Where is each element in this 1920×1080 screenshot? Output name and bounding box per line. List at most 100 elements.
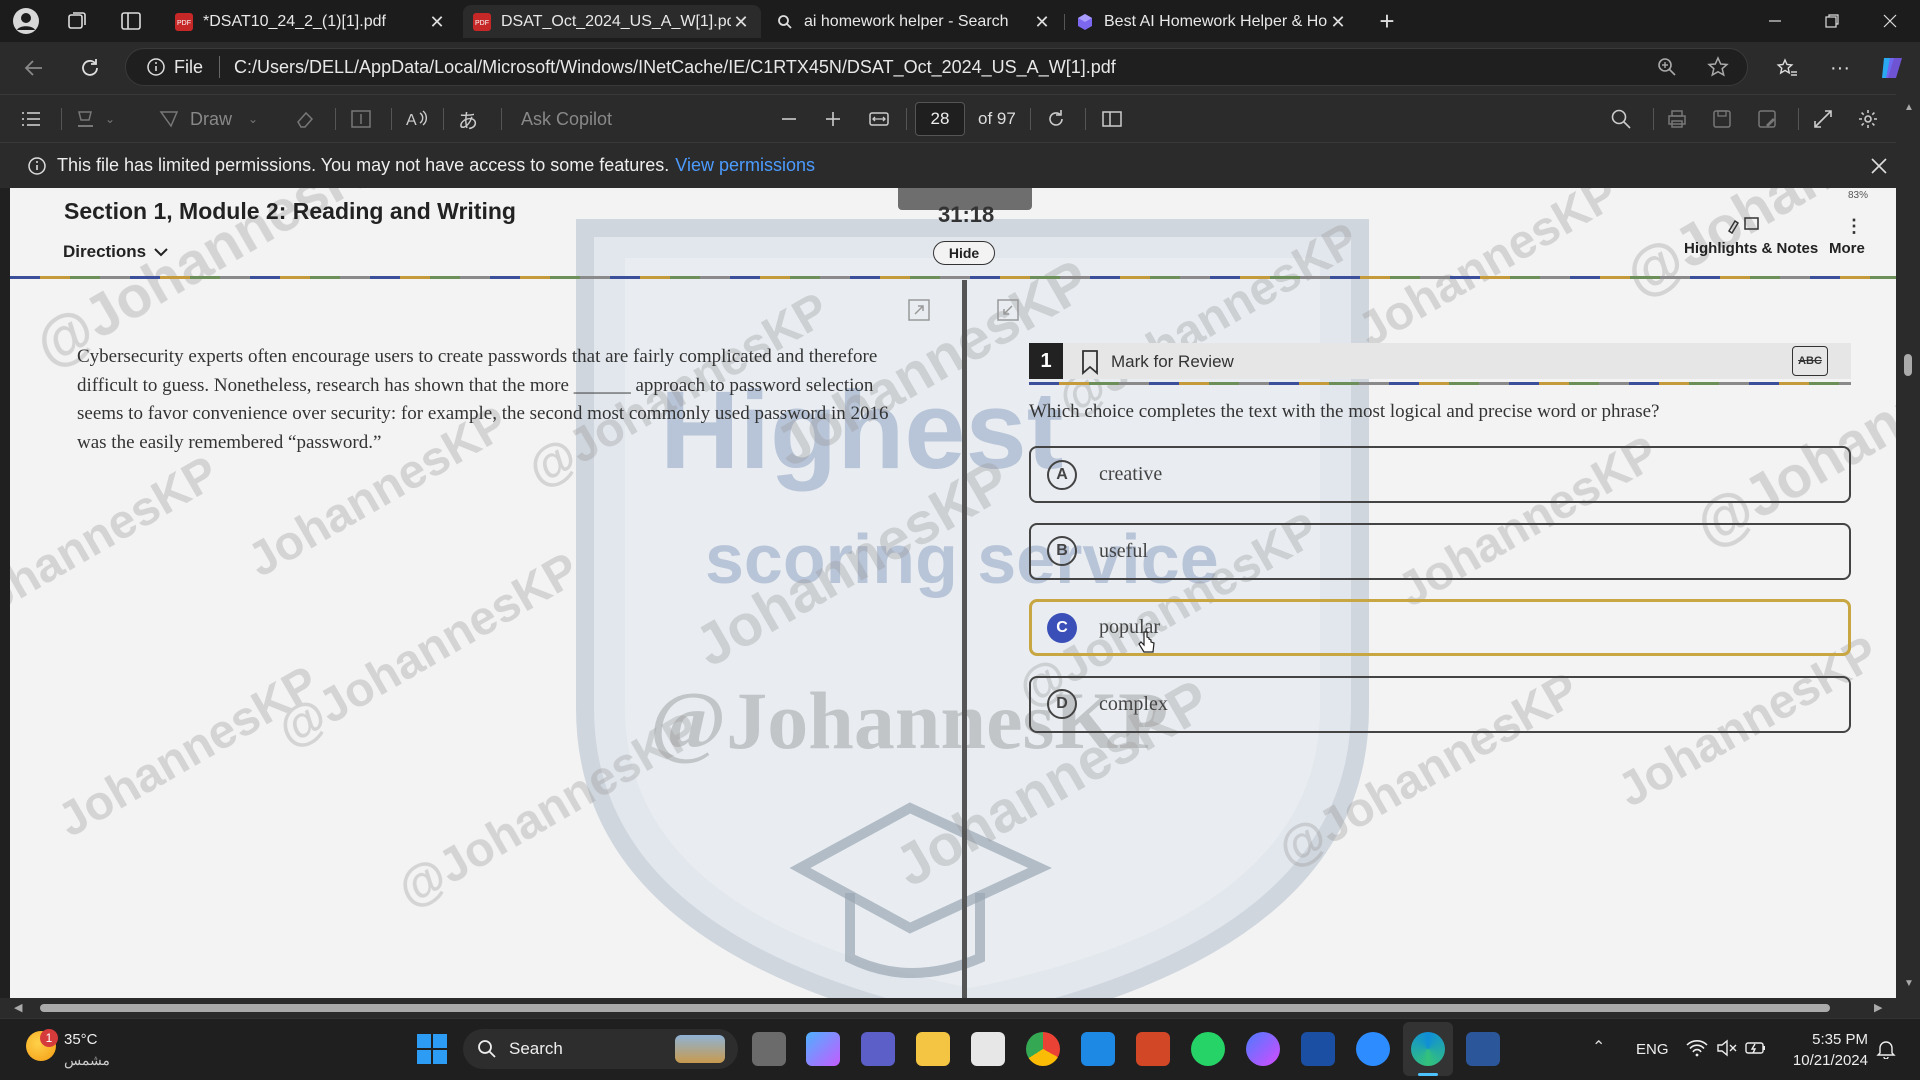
close-tab-icon[interactable]: ✕ [427,12,447,32]
svg-text:A: A [406,112,417,129]
word-icon[interactable] [1466,1032,1500,1066]
vertical-scrollbar[interactable]: ▲ ▼ [1896,94,1920,998]
svg-text:PDF: PDF [475,20,489,27]
copilot-app-icon[interactable] [806,1032,840,1066]
page-number-input[interactable]: 28 [915,102,965,136]
close-tab-icon[interactable]: ✕ [731,12,751,32]
page-total-label: of 97 [978,109,1016,128]
close-infobar-icon[interactable] [1870,157,1888,175]
minimize-icon[interactable] [1747,0,1803,42]
draw-button[interactable]: Draw ⌄ [158,95,258,143]
weather-temp[interactable]: 35°C [64,1031,98,1048]
highlights-notes-button[interactable]: Highlights & Notes [1684,240,1818,257]
more-button[interactable]: More [1829,240,1865,257]
pdf-icon: PDF [473,12,491,31]
expand-question-icon[interactable] [996,298,1020,322]
close-tab-icon[interactable]: ✕ [1032,12,1052,32]
highlight-icon[interactable]: ⌄ [75,95,115,143]
find-icon[interactable] [1610,95,1632,143]
permissions-infobar: This file has limited permissions. You m… [0,142,1920,188]
volume-muted-icon[interactable] [1716,1039,1738,1057]
translate-icon[interactable]: あ [458,95,478,143]
tab-title: *DSAT10_24_2_(1)[1].pdf [203,12,386,30]
chevron-up-icon[interactable]: ⌃ [1592,1037,1605,1057]
save-icon[interactable] [1711,95,1733,143]
horizontal-scroll-thumb[interactable] [40,1004,1830,1012]
mail-icon[interactable] [1081,1032,1115,1066]
expand-passage-icon[interactable] [907,298,931,322]
zoom-in-icon[interactable] [824,95,842,143]
contents-icon[interactable] [20,95,42,143]
chrome-icon[interactable] [1026,1032,1060,1066]
zoom-app-icon[interactable] [1356,1032,1390,1066]
clock-date[interactable]: 10/21/2024 [1776,1052,1868,1069]
refresh-icon[interactable] [76,54,104,82]
vertical-tabs-icon[interactable] [117,7,145,35]
workspaces-icon[interactable] [63,7,91,35]
tab-title: ai homework helper - Search [804,12,1009,30]
rotate-icon[interactable] [1045,95,1067,143]
ask-copilot-button[interactable]: Ask Copilot [521,95,612,143]
file-explorer-icon[interactable] [916,1032,950,1066]
whatsapp-icon[interactable] [1191,1032,1225,1066]
tab-dsat10[interactable]: PDF *DSAT10_24_2_(1)[1].pdf ✕ [165,5,457,38]
tab-homework-helper[interactable]: Best AI Homework Helper & Hom ✕ [1066,5,1358,38]
section-title: Section 1, Module 2: Reading and Writing [64,198,516,224]
task-view-icon[interactable] [752,1032,786,1066]
answer-choice-a[interactable]: Acreative [1029,446,1851,503]
edge-icon[interactable] [1411,1032,1445,1066]
eraser-icon[interactable] [294,95,316,143]
answer-choice-d[interactable]: Dcomplex [1029,675,1851,733]
pane-divider[interactable] [962,280,967,998]
favorite-star-icon[interactable] [1707,56,1729,78]
fit-page-icon[interactable] [868,95,890,143]
battery-charging-icon[interactable] [1745,1039,1767,1057]
language-indicator[interactable]: ENG [1636,1041,1669,1058]
infobar-message: This file has limited permissions. You m… [57,155,670,175]
zoom-icon[interactable] [1657,57,1677,77]
read-aloud-icon[interactable]: A [405,95,429,143]
close-tab-icon[interactable]: ✕ [1328,12,1348,32]
copilot-icon[interactable] [1876,52,1908,84]
vertical-scroll-thumb[interactable] [1904,354,1912,376]
page-view-icon[interactable] [1101,95,1123,143]
eliminator-button[interactable]: ABC [1792,346,1828,376]
settings-gear-icon[interactable] [1857,95,1879,143]
favorites-icon[interactable] [1773,54,1801,82]
weather-badge: 1 [40,1029,58,1047]
fullscreen-icon[interactable] [1812,95,1834,143]
back-icon[interactable] [20,54,48,82]
tab-dsat-oct[interactable]: PDF DSAT_Oct_2024_US_A_W[1].pdf ✕ [463,5,761,38]
wifi-icon[interactable] [1686,1039,1708,1057]
windows-start-icon[interactable] [416,1033,448,1065]
address-bar[interactable]: File C:/Users/DELL/AppData/Local/Microso… [125,48,1748,86]
hide-timer-button[interactable]: Hide [933,241,995,265]
view-permissions-link[interactable]: View permissions [675,155,815,176]
info-icon[interactable] [146,57,166,77]
add-text-icon[interactable] [350,95,372,143]
mark-for-review-button[interactable]: Mark for Review [1111,352,1234,372]
notifications-bell-icon[interactable] [1876,1039,1896,1059]
new-tab-icon[interactable]: + [1373,6,1401,36]
clock-time[interactable]: 5:35 PM [1776,1031,1868,1048]
profile-avatar-icon[interactable] [12,7,40,35]
print-icon[interactable] [1666,95,1688,143]
bookmark-icon[interactable] [1080,349,1100,375]
url-text[interactable]: C:/Users/DELL/AppData/Local/Microsoft/Wi… [234,57,1116,78]
directions-toggle[interactable]: Directions [63,242,168,262]
teams-icon[interactable] [861,1032,895,1066]
choice-text: complex [1099,692,1168,715]
answer-choice-b[interactable]: Buseful [1029,522,1851,580]
messenger-icon[interactable] [1246,1032,1280,1066]
pinned-app-icon[interactable] [1301,1032,1335,1066]
horizontal-scrollbar[interactable]: ◀ ▶ [0,998,1920,1018]
zoom-out-icon[interactable] [780,95,798,143]
powerpoint-icon[interactable] [1136,1032,1170,1066]
restore-icon[interactable] [1804,0,1860,42]
taskbar-search[interactable]: Search [463,1029,738,1069]
save-as-icon[interactable] [1756,95,1778,143]
close-window-icon[interactable] [1862,0,1918,42]
store-icon[interactable] [971,1032,1005,1066]
more-options-icon[interactable]: ··· [1826,54,1854,82]
tab-search[interactable]: ai homework helper - Search ✕ [766,5,1062,38]
